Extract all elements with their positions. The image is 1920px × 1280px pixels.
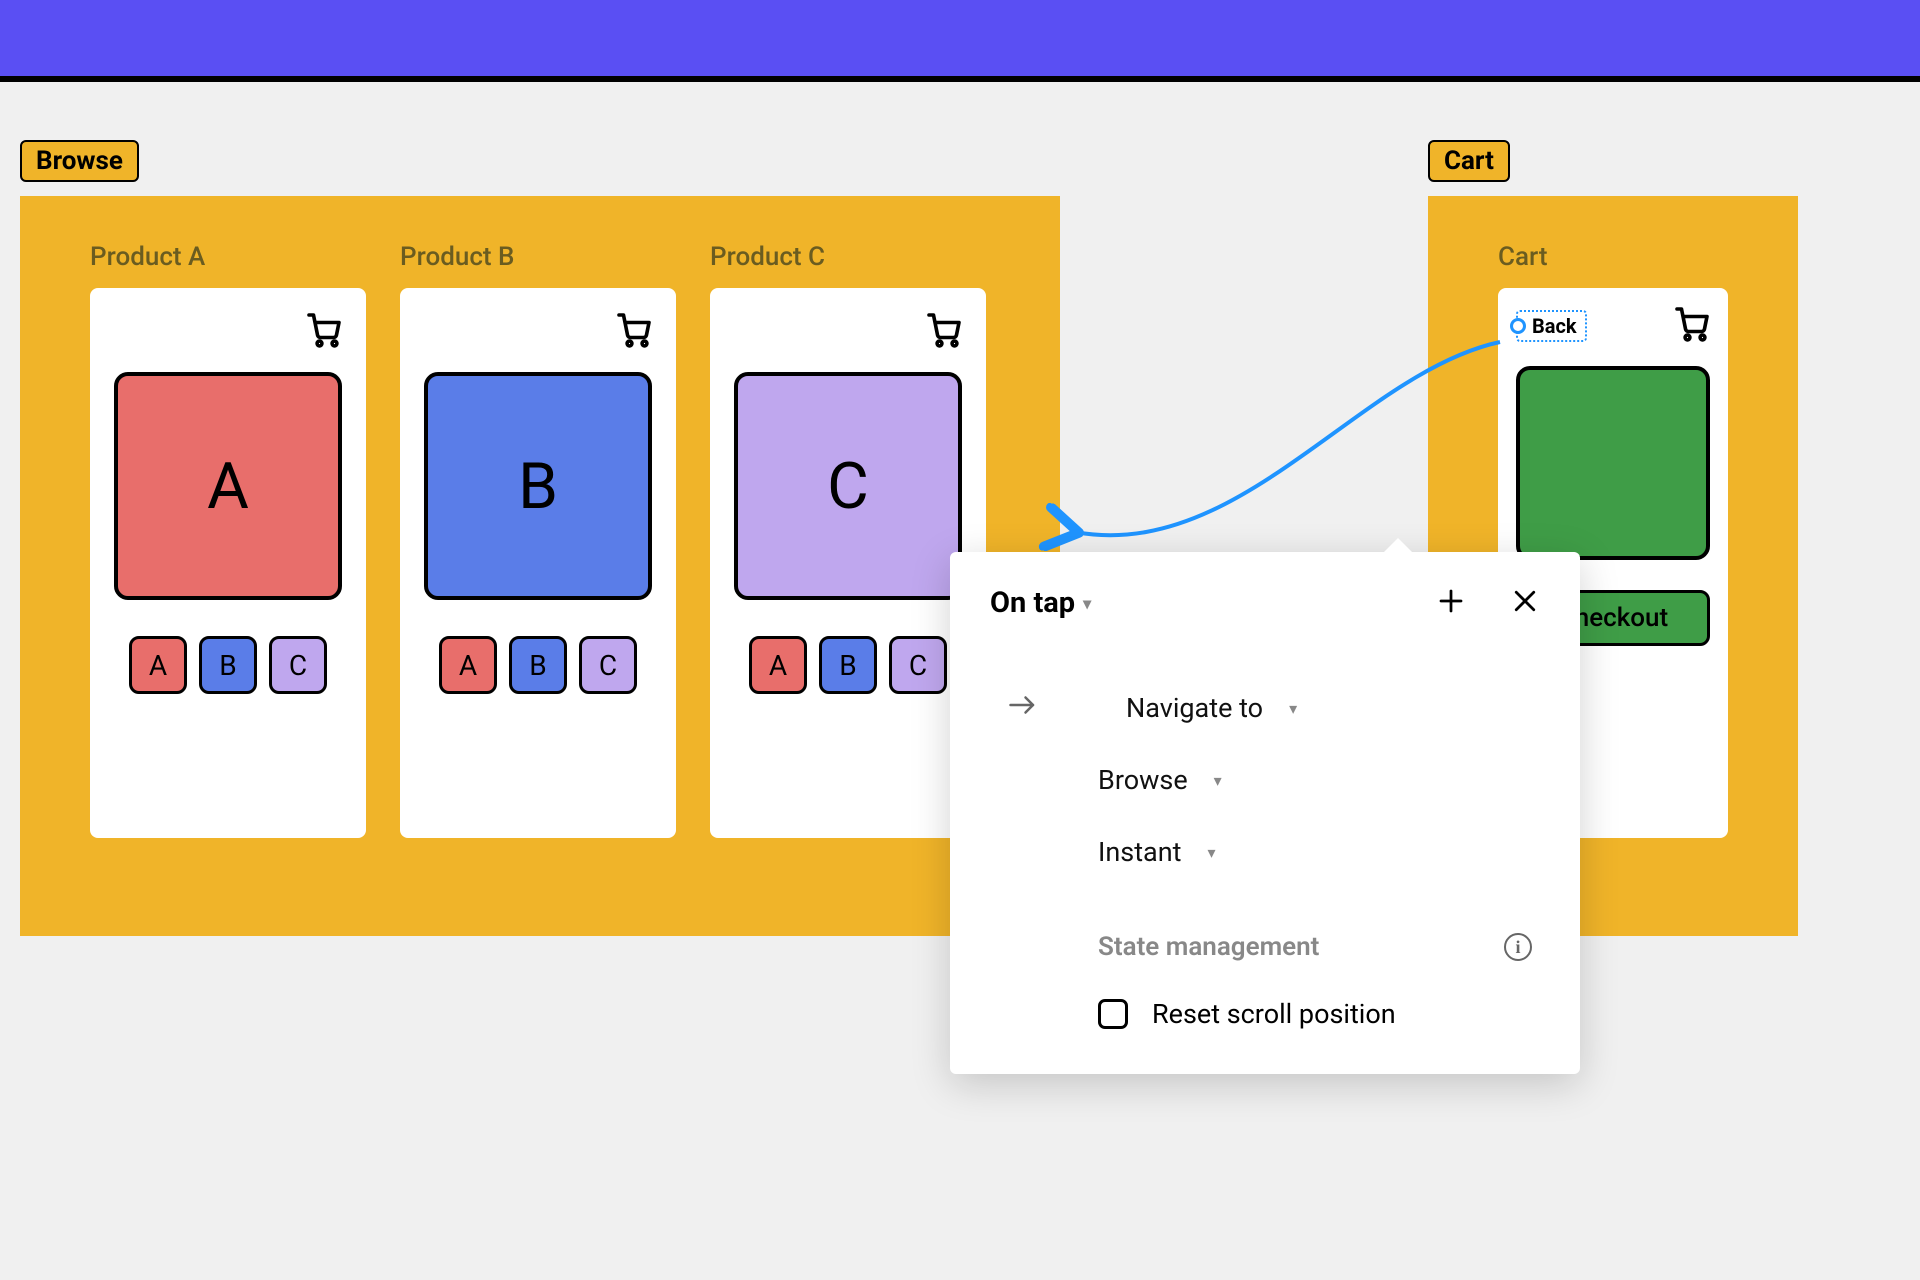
cart-icon[interactable] bbox=[926, 312, 962, 352]
target-label: Browse bbox=[1098, 764, 1188, 796]
frame-title: Cart bbox=[1498, 242, 1728, 272]
transition-dropdown[interactable]: Instant ▾ bbox=[990, 816, 1540, 888]
flow-badge-cart[interactable]: Cart bbox=[1428, 140, 1510, 182]
target-dropdown[interactable]: Browse ▾ bbox=[990, 744, 1540, 816]
action-label: Navigate to bbox=[1126, 692, 1263, 724]
frame-title: Product C bbox=[710, 242, 986, 272]
frame-product-a[interactable]: Product A A A B C bbox=[90, 242, 366, 838]
reset-scroll-checkbox[interactable]: Reset scroll position bbox=[990, 986, 1540, 1030]
close-panel-button[interactable] bbox=[1510, 586, 1540, 620]
trigger-dropdown[interactable]: On tap ▾ bbox=[990, 586, 1091, 620]
chevron-down-icon: ▾ bbox=[1083, 594, 1091, 613]
arrow-right-icon bbox=[1008, 692, 1038, 724]
back-button[interactable]: Back bbox=[1516, 310, 1587, 342]
product-hero: C bbox=[734, 372, 962, 600]
action-dropdown[interactable]: Navigate to ▾ bbox=[990, 672, 1540, 744]
flow-badge-label: Browse bbox=[36, 146, 123, 176]
app-topbar bbox=[0, 0, 1920, 76]
cart-hero bbox=[1516, 366, 1710, 560]
chevron-down-icon: ▾ bbox=[1289, 699, 1297, 718]
product-hero: B bbox=[424, 372, 652, 600]
hero-letter: C bbox=[827, 449, 869, 524]
cart-icon[interactable] bbox=[1674, 306, 1710, 346]
back-button-label: Back bbox=[1532, 314, 1577, 338]
variant-chip-c[interactable]: C bbox=[889, 636, 947, 694]
variant-chip-b[interactable]: B bbox=[509, 636, 567, 694]
frame-product-c[interactable]: Product C C A B C bbox=[710, 242, 986, 838]
canvas[interactable]: Browse Cart Product A A bbox=[0, 82, 1920, 1280]
info-icon[interactable]: i bbox=[1504, 933, 1532, 961]
variant-chip-a[interactable]: A bbox=[439, 636, 497, 694]
add-interaction-button[interactable] bbox=[1436, 586, 1466, 620]
variant-chip-b[interactable]: B bbox=[819, 636, 877, 694]
flow-browse[interactable]: Product A A A B C bbox=[20, 196, 1060, 936]
checkbox-label: Reset scroll position bbox=[1152, 998, 1396, 1030]
flow-badge-browse[interactable]: Browse bbox=[20, 140, 139, 182]
chevron-down-icon: ▾ bbox=[1214, 771, 1222, 790]
interactions-panel[interactable]: On tap ▾ Navigate to ▾ Browse ▾ bbox=[950, 552, 1580, 1074]
chevron-down-icon: ▾ bbox=[1207, 843, 1215, 862]
frame-title: Product A bbox=[90, 242, 366, 272]
cart-icon[interactable] bbox=[616, 312, 652, 352]
variant-chip-c[interactable]: C bbox=[269, 636, 327, 694]
transition-label: Instant bbox=[1098, 836, 1181, 868]
checkbox-icon[interactable] bbox=[1098, 999, 1128, 1029]
variant-chip-a[interactable]: A bbox=[749, 636, 807, 694]
variant-chip-b[interactable]: B bbox=[199, 636, 257, 694]
cart-icon[interactable] bbox=[306, 312, 342, 352]
panel-caret bbox=[1382, 538, 1414, 554]
state-management-label: State management bbox=[1098, 932, 1319, 962]
variant-chip-a[interactable]: A bbox=[129, 636, 187, 694]
connection-handle[interactable] bbox=[1510, 318, 1526, 334]
product-hero: A bbox=[114, 372, 342, 600]
hero-letter: B bbox=[518, 449, 558, 524]
frame-product-b[interactable]: Product B B A B C bbox=[400, 242, 676, 838]
variant-chip-c[interactable]: C bbox=[579, 636, 637, 694]
frame-title: Product B bbox=[400, 242, 676, 272]
hero-letter: A bbox=[207, 449, 249, 524]
trigger-label: On tap bbox=[990, 586, 1075, 620]
flow-badge-label: Cart bbox=[1444, 146, 1494, 176]
